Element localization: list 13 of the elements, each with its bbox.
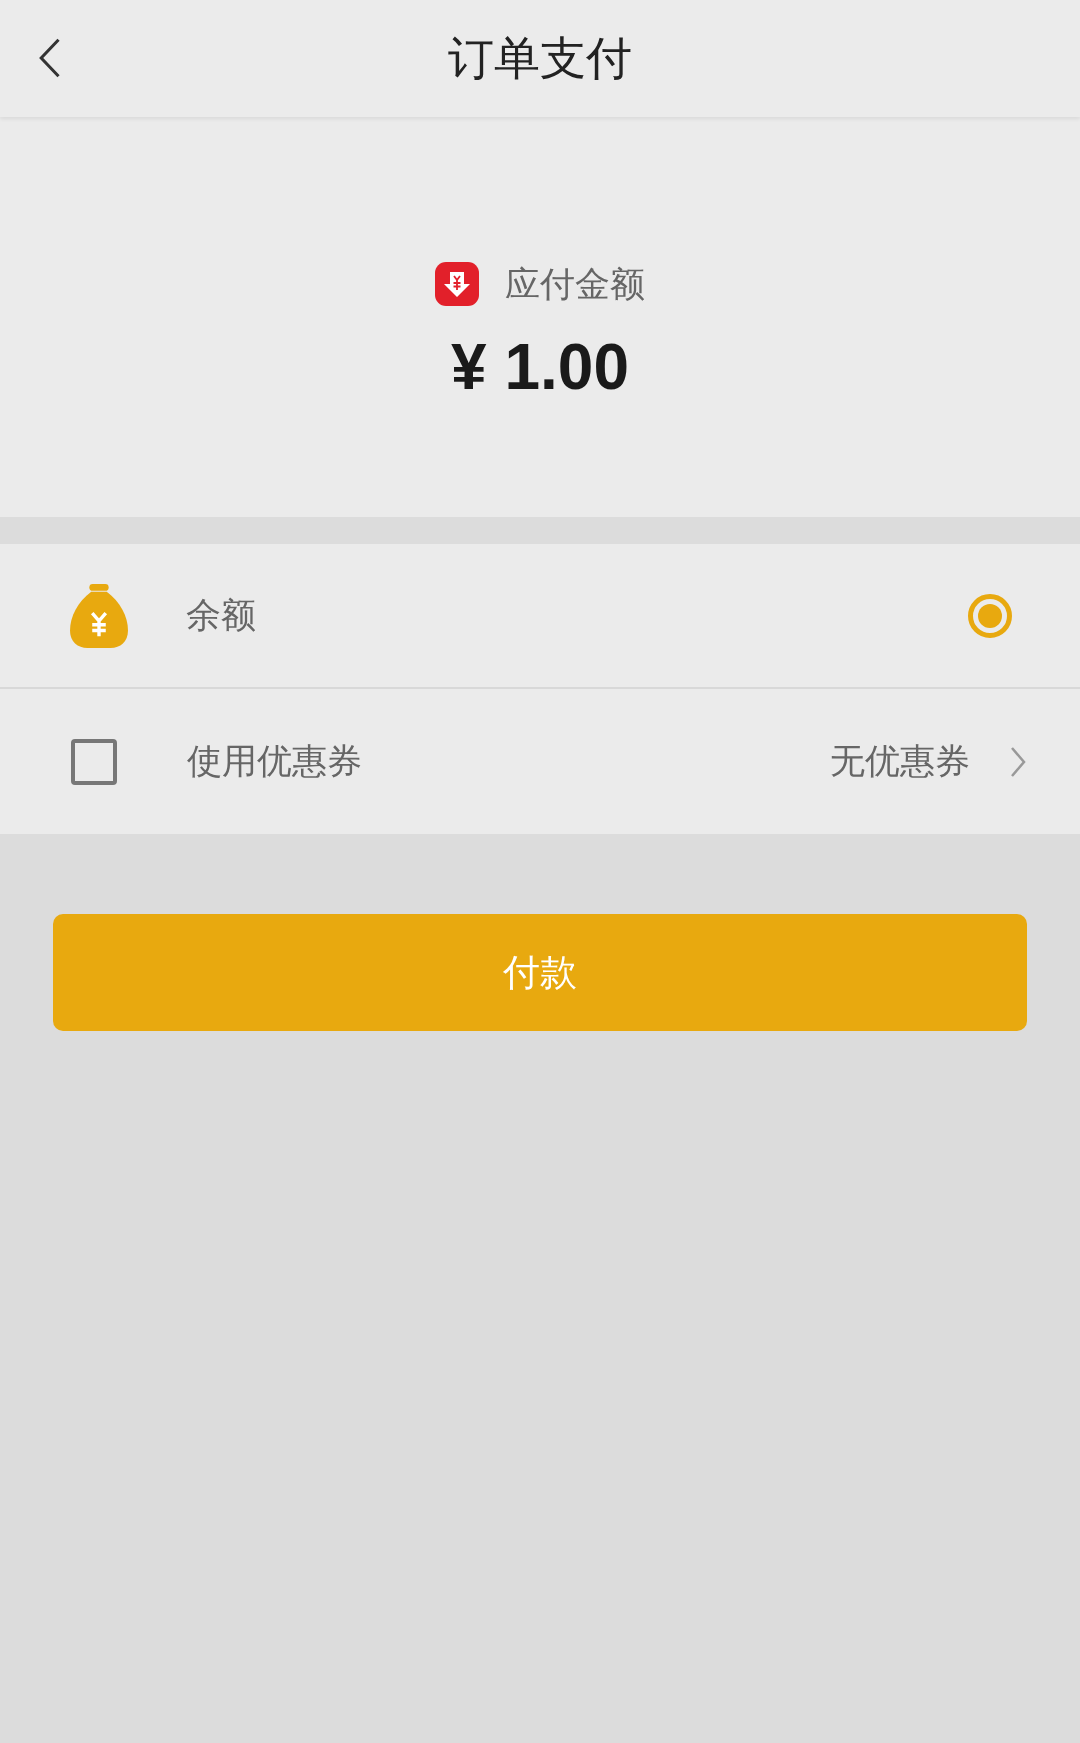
amount-label: 应付金额 <box>505 262 645 306</box>
radio-button[interactable] <box>968 593 1012 638</box>
coupon-status: 无优惠券 <box>830 740 970 783</box>
coupon-label: 使用优惠券 <box>187 740 363 783</box>
coupon-option[interactable]: 使用优惠券 无优惠券 <box>0 689 1080 834</box>
payment-icon <box>435 262 479 306</box>
money-bag-icon <box>70 583 128 648</box>
amount-value: ¥ 1.00 <box>451 329 629 404</box>
chevron-right-icon <box>1010 745 1026 778</box>
page-title: 订单支付 <box>448 29 632 87</box>
balance-option[interactable]: 余额 <box>0 544 1080 689</box>
checkbox[interactable] <box>71 738 117 785</box>
balance-label: 余额 <box>186 594 257 637</box>
